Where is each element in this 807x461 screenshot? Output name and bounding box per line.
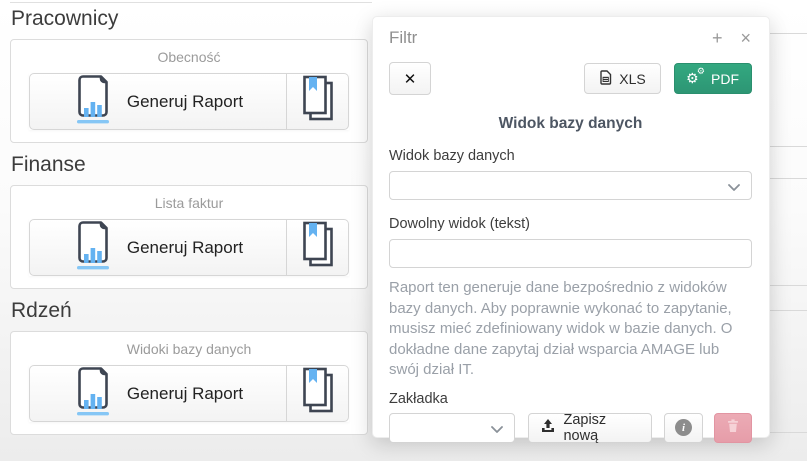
- export-xls-button[interactable]: XLS: [584, 63, 661, 94]
- database-view-label: Widok bazy danych: [389, 148, 752, 164]
- bookmark-info-button[interactable]: i: [664, 413, 704, 443]
- report-description: Raport ten generuje dane bezpośrednio z …: [389, 278, 752, 381]
- upload-icon: [541, 419, 555, 437]
- dialog-header: Filtr + ×: [373, 17, 769, 48]
- bookmarked-pages-icon: [298, 74, 338, 129]
- section-pracownicy: Pracownicy Obecność Gener: [10, 5, 368, 143]
- section-title: Pracownicy: [11, 5, 368, 33]
- report-card: Widoki bazy danych Generuj Raport: [10, 331, 368, 435]
- trash-icon: [727, 419, 739, 436]
- report-button-group: Generuj Raport: [29, 73, 349, 130]
- report-button-group: Generuj Raport: [29, 365, 349, 422]
- dialog-action-row: ✕ XLS ⚙ ⚙ PD: [389, 62, 752, 95]
- top-divider: [10, 2, 372, 3]
- section-title: Finanse: [11, 151, 368, 179]
- section-rdzen: Rdzeń Widoki bazy danych: [10, 297, 368, 435]
- bookmarked-pages-icon: [298, 220, 338, 275]
- report-chart-file-icon: [73, 366, 113, 421]
- report-card-title: Widoki bazy danych: [29, 341, 349, 358]
- gears-icon: ⚙ ⚙: [687, 70, 704, 87]
- close-icon[interactable]: ×: [738, 29, 753, 47]
- generate-report-label: Generuj Raport: [127, 238, 243, 258]
- dialog-heading: Widok bazy danych: [389, 115, 752, 133]
- bookmarked-pages-icon: [298, 366, 338, 421]
- generate-report-button[interactable]: Generuj Raport: [29, 73, 287, 130]
- report-button-group: Generuj Raport: [29, 219, 349, 276]
- section-finanse: Finanse Lista faktur Gene: [10, 151, 368, 289]
- dialog-body: ✕ XLS ⚙ ⚙ PD: [373, 48, 769, 443]
- report-chart-file-icon: [73, 74, 113, 129]
- report-card-title: Lista faktur: [29, 195, 349, 212]
- generate-report-button[interactable]: Generuj Raport: [29, 219, 287, 276]
- report-sections-column: Pracownicy Obecność Gener: [10, 5, 368, 443]
- dialog-title: Filtr: [389, 28, 710, 48]
- section-title: Rdzeń: [11, 297, 368, 325]
- database-view-select[interactable]: [389, 171, 752, 200]
- cancel-button[interactable]: ✕: [389, 62, 431, 95]
- delete-bookmark-button[interactable]: [714, 413, 752, 443]
- report-chart-file-icon: [73, 220, 113, 275]
- generate-report-label: Generuj Raport: [127, 92, 243, 112]
- report-card: Obecność Generuj Raport: [10, 39, 368, 143]
- bookmark-select[interactable]: [389, 413, 515, 443]
- generate-pdf-button[interactable]: ⚙ ⚙ PDF: [674, 63, 752, 94]
- chevron-down-icon: [491, 420, 503, 436]
- any-view-input[interactable]: [389, 239, 752, 268]
- report-card-title: Obecność: [29, 49, 349, 66]
- any-view-label: Dowolny widok (tekst): [389, 216, 752, 232]
- bookmark-label: Zakładka: [389, 391, 752, 407]
- generate-report-label: Generuj Raport: [127, 384, 243, 404]
- report-templates-button[interactable]: [287, 73, 349, 130]
- info-icon: i: [675, 419, 692, 436]
- cancel-x-icon: ✕: [404, 70, 417, 88]
- report-card: Lista faktur Generuj Raport: [10, 185, 368, 289]
- save-new-bookmark-button[interactable]: Zapisz nową: [528, 413, 651, 443]
- bookmark-row: Zapisz nową i: [389, 413, 752, 443]
- chevron-down-icon: [728, 178, 740, 194]
- filter-dialog: Filtr + × ✕ XLS: [372, 16, 770, 438]
- report-templates-button[interactable]: [287, 219, 349, 276]
- maximize-icon[interactable]: +: [710, 29, 725, 47]
- generate-report-button[interactable]: Generuj Raport: [29, 365, 287, 422]
- xls-file-icon: [599, 70, 612, 88]
- save-new-label: Zapisz nową: [563, 412, 638, 444]
- xls-label: XLS: [619, 71, 645, 87]
- pdf-label: PDF: [711, 71, 739, 87]
- report-templates-button[interactable]: [287, 365, 349, 422]
